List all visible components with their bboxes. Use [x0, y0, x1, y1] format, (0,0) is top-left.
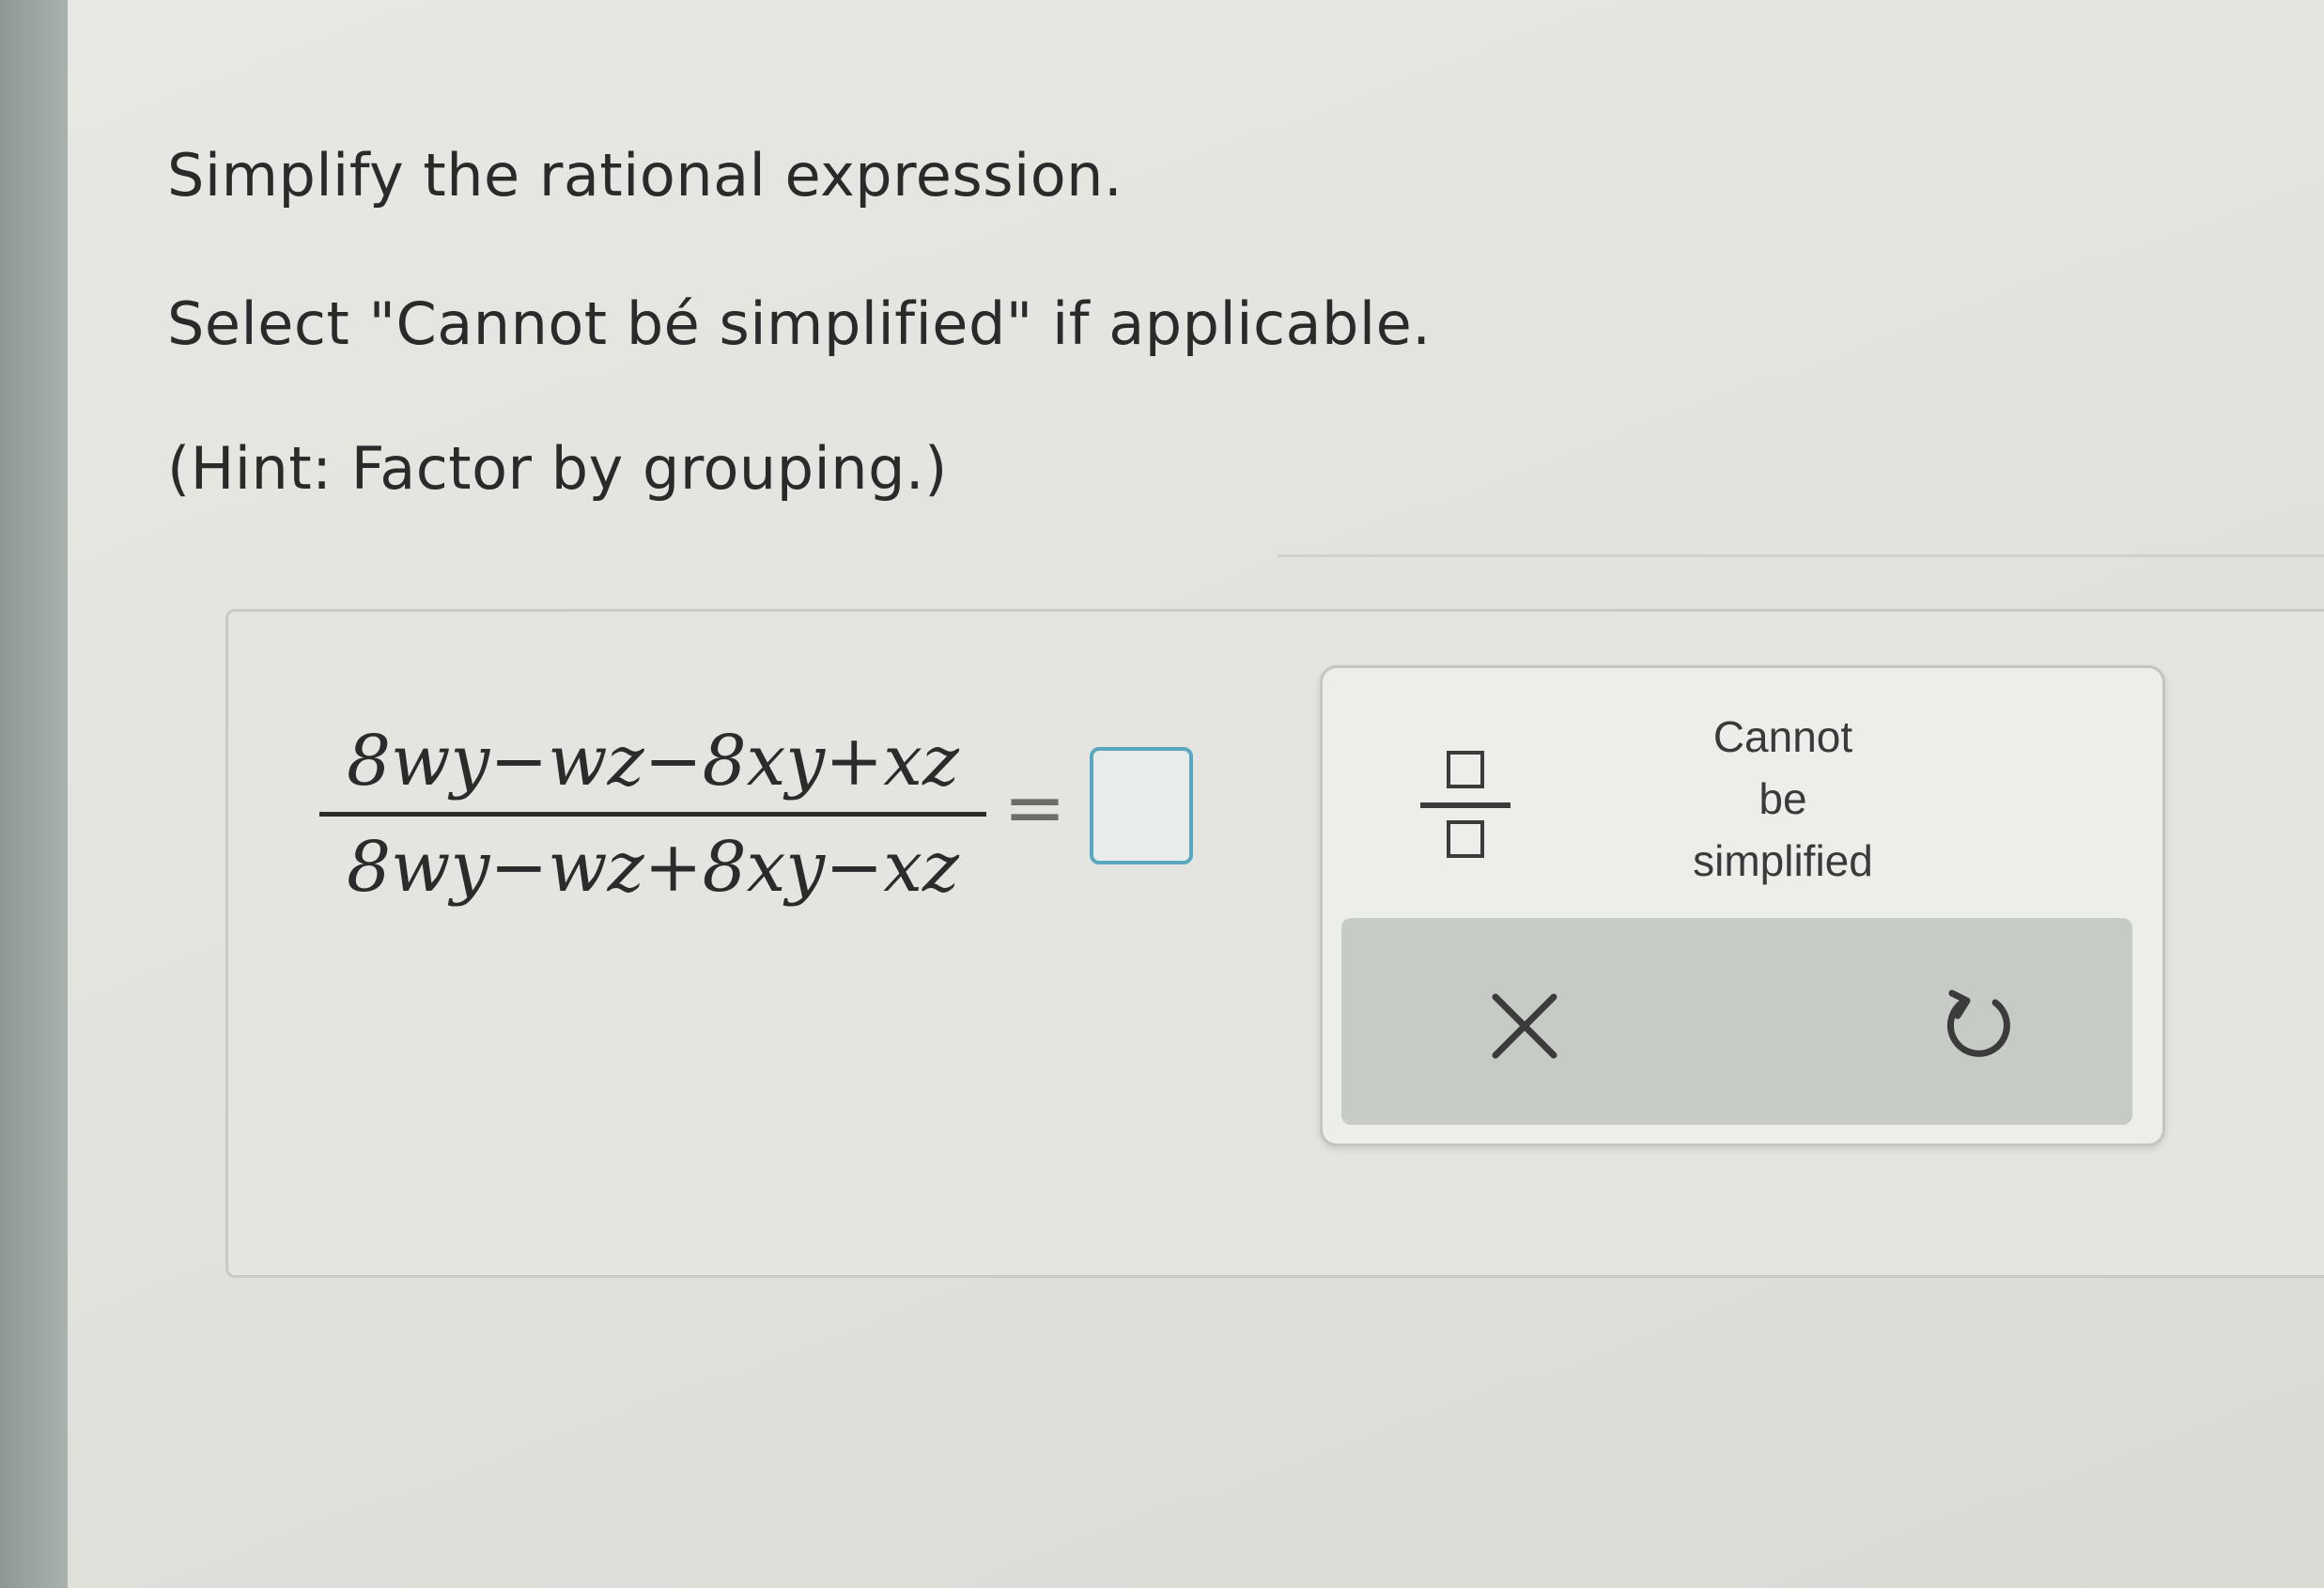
- keypad-action-bar: [1341, 918, 2132, 1125]
- expression-numerator: 8wy−wz−8xy+xz: [347, 721, 959, 802]
- question-hint: (Hint: Factor by grouping.): [167, 434, 948, 503]
- x-icon: [1492, 993, 1557, 1059]
- equals-sign: =: [1003, 764, 1067, 851]
- fraction-bar: [319, 812, 986, 817]
- fraction-line-icon: [1420, 802, 1511, 808]
- section-divider: [1278, 554, 2324, 557]
- clear-button[interactable]: [1482, 984, 1567, 1068]
- question-instruction: Simplify the rational expression.: [167, 141, 1123, 210]
- expression-denominator: 8wy−wz+8xy−xz: [347, 827, 959, 908]
- math-keypad: Cannot be simplified: [1320, 665, 2165, 1146]
- screen-edge: [0, 0, 68, 1588]
- undo-icon: [1946, 989, 2010, 1057]
- answer-input[interactable]: [1090, 747, 1193, 864]
- fraction-button[interactable]: [1417, 743, 1520, 875]
- denominator-slot-icon: [1447, 820, 1484, 858]
- cannot-be-simplified-button[interactable]: Cannot be simplified: [1576, 706, 1990, 885]
- question-select-note: Select "Cannot bé simplified" if applica…: [167, 289, 1432, 358]
- numerator-slot-icon: [1447, 751, 1484, 788]
- rational-expression: 8wy−wz−8xy+xz 8wy−wz+8xy−xz: [319, 714, 986, 914]
- undo-button[interactable]: [1933, 980, 2023, 1070]
